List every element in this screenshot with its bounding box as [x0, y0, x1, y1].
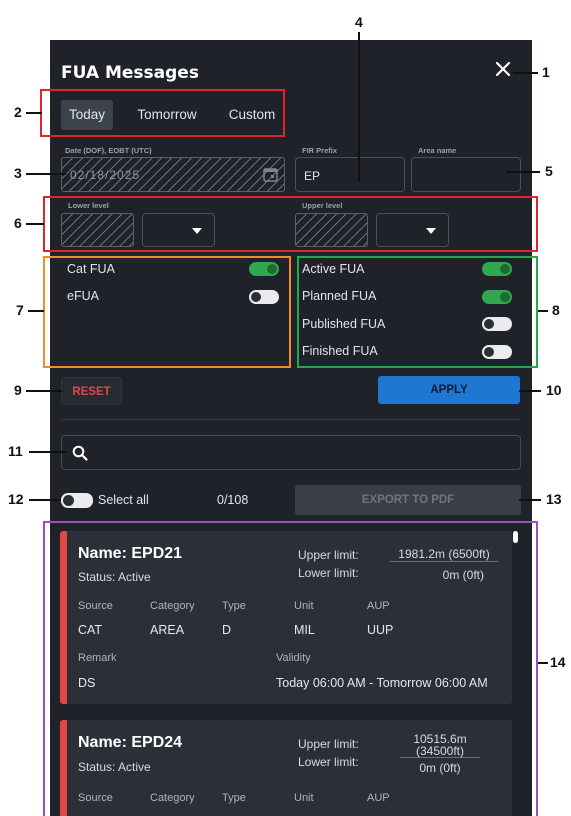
fir-prefix-value: EP [304, 169, 321, 183]
reset-button[interactable]: RESET [61, 377, 122, 405]
callout-box-statuses [297, 256, 538, 368]
divider [61, 419, 521, 420]
calendar-icon[interactable] [263, 167, 278, 182]
fir-prefix-label: FIR Prefix [302, 146, 338, 155]
area-name-input[interactable] [411, 157, 521, 192]
callout-7: 7 [16, 302, 24, 318]
callout-9: 9 [14, 382, 22, 398]
callout-1: 1 [542, 64, 550, 80]
callout-8: 8 [552, 302, 560, 318]
selection-count: 0/108 [217, 493, 249, 507]
search-icon [72, 445, 88, 461]
close-icon[interactable] [494, 60, 512, 78]
callout-10: 10 [546, 382, 562, 398]
callout-13: 13 [546, 491, 562, 507]
area-name-label: Area name [418, 146, 457, 155]
search-input[interactable] [61, 435, 521, 470]
callout-5: 5 [545, 163, 553, 179]
fir-prefix-input[interactable]: EP [295, 157, 405, 192]
callout-12: 12 [8, 491, 24, 507]
callout-6: 6 [14, 215, 22, 231]
callout-box-categories [43, 256, 291, 368]
select-all-toggle[interactable] [61, 493, 93, 508]
callout-2: 2 [14, 104, 22, 120]
export-pdf-button[interactable]: EXPORT TO PDF [295, 485, 521, 515]
panel-title: FUA Messages [61, 63, 199, 83]
callout-box-results [43, 521, 538, 816]
date-value: 02/18/2025 [70, 168, 141, 182]
apply-button[interactable]: APPLY [378, 376, 520, 404]
date-field[interactable]: 02/18/2025 [61, 157, 285, 192]
callout-box-tabs [40, 89, 285, 137]
callout-box-levels [43, 196, 538, 252]
date-label: Date (DOF), EOBT (UTC) [65, 146, 152, 155]
callout-3: 3 [14, 165, 22, 181]
select-all-label: Select all [98, 493, 149, 507]
callout-14: 14 [550, 654, 566, 670]
callout-11: 11 [8, 443, 23, 459]
callout-4: 4 [355, 14, 363, 30]
